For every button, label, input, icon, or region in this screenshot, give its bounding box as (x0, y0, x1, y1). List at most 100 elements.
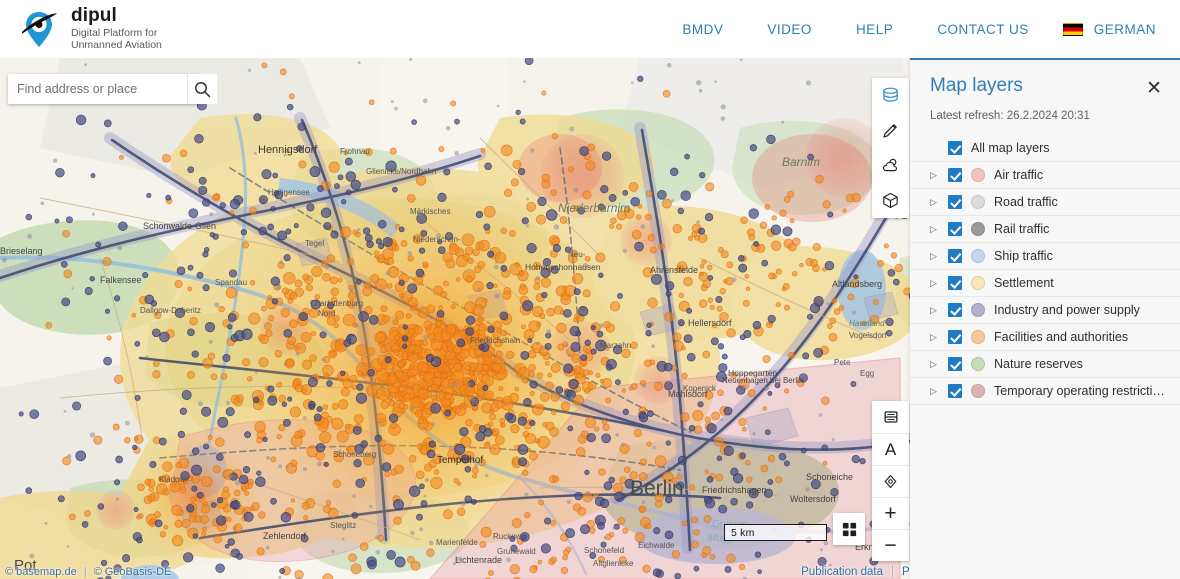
scale-bar-label: 5 km (731, 526, 755, 539)
layer-checkbox-ship-traffic[interactable] (948, 249, 962, 263)
layer-row-air-traffic[interactable]: ▷ Air traffic (910, 162, 1180, 189)
map-label: Grunewald (497, 547, 536, 556)
brand-title: dipul (71, 5, 117, 27)
layer-color-swatch-air-traffic (971, 168, 985, 182)
language-label[interactable]: GERMAN (1092, 16, 1158, 43)
zoom-in-button[interactable]: + (872, 497, 909, 529)
layers-stack-icon[interactable] (872, 78, 909, 113)
map-layers-panel-header: Map layers ✕ (910, 60, 1180, 100)
map-layers-title: Map layers (930, 75, 1023, 96)
layer-row-road-traffic[interactable]: ▷ Road traffic (910, 189, 1180, 216)
layer-expand-icon-rail-traffic[interactable]: ▷ (930, 224, 942, 234)
map-label: Friedrichshagen (702, 485, 767, 495)
map-label: Marienfelde (436, 538, 478, 547)
layer-expand-icon-facilities-and-authorities[interactable]: ▷ (930, 332, 942, 342)
brand-text: dipul Digital Platform for Unmanned Avia… (71, 6, 162, 51)
map-label: Schoneberg (333, 450, 376, 459)
map-label: Havelland (849, 319, 885, 328)
layer-expand-icon-air-traffic[interactable]: ▷ (930, 170, 942, 180)
layer-checkbox-facilities-and-authorities[interactable] (948, 330, 962, 344)
footer-link-publication-data[interactable]: Publication data (801, 566, 883, 578)
search-button[interactable] (187, 74, 217, 104)
layer-color-swatch-settlement (971, 276, 985, 290)
layer-list: All map layers ▷ Air traffic ▷ Road traffic… (910, 135, 1180, 405)
layer-checkbox-industry-and-power-supply[interactable] (948, 303, 962, 317)
layer-checkbox-settlement[interactable] (948, 276, 962, 290)
grid-toggle-button[interactable] (833, 513, 865, 545)
layer-row-temporary-operating-restrictions[interactable]: ▷ Temporary operating restrictions (910, 378, 1180, 405)
layer-row-all-map-layers[interactable]: All map layers (910, 135, 1180, 162)
map-label: Schonefeld (584, 546, 624, 555)
zoom-in-label: + (884, 502, 897, 525)
zoom-out-button[interactable]: − (872, 529, 909, 561)
layer-checkbox-air-traffic[interactable] (948, 168, 962, 182)
layer-expand-icon-ship-traffic[interactable]: ▷ (930, 251, 942, 261)
layer-checkbox-temporary-operating-restrictions[interactable] (948, 384, 962, 398)
map-label: Hellersdorf (688, 318, 732, 328)
layer-label-facilities-and-authorities: Facilities and authorities (994, 330, 1129, 344)
map-label: Glienicke/Nordbahn (366, 167, 436, 176)
nav-item-help[interactable]: HELP (846, 16, 903, 43)
map-label: Hohenschonhausen (525, 262, 601, 272)
cube-3d-icon[interactable] (872, 183, 909, 218)
map-label: Schonwalde-Glien (143, 221, 216, 231)
map-label: Kopenick (683, 384, 717, 393)
map-label: Marzahn (600, 341, 631, 350)
map-label: Ahrensfelde (650, 265, 698, 275)
layer-color-swatch-rail-traffic (971, 222, 985, 236)
nav-item-bmdv[interactable]: BMDV (672, 16, 733, 43)
layer-row-ship-traffic[interactable]: ▷ Ship traffic (910, 243, 1180, 270)
map-label: Nord (318, 309, 335, 318)
attribution-geobasis[interactable]: © GeoBasis-DE (94, 566, 172, 578)
map-label: Hennigsdorf (258, 144, 318, 156)
layer-color-swatch-temporary-operating-restrictions (971, 384, 985, 398)
layer-checkbox-nature-reserves[interactable] (948, 357, 962, 371)
map-label: Steglitz (330, 521, 356, 530)
map-label: Tegel (305, 239, 324, 248)
close-icon[interactable]: ✕ (1142, 77, 1166, 100)
pencil-icon[interactable] (872, 113, 909, 148)
layer-expand-icon-nature-reserves[interactable]: ▷ (930, 359, 942, 369)
nav-item-video[interactable]: VIDEO (757, 16, 822, 43)
layer-color-swatch-nature-reserves (971, 357, 985, 371)
layer-color-swatch-facilities-and-authorities (971, 330, 985, 344)
layer-label-rail-traffic: Rail traffic (994, 222, 1050, 236)
layer-row-industry-and-power-supply[interactable]: ▷ Industry and power supply (910, 297, 1180, 324)
map-label: Frohnau (340, 147, 370, 156)
text-size-icon[interactable]: A (872, 433, 909, 465)
map-label: Falkensee (100, 275, 142, 285)
layer-expand-icon-temporary-operating-restrictions[interactable]: ▷ (930, 386, 942, 396)
map-label: Charlottenburg (310, 299, 363, 308)
legend-icon[interactable] (872, 401, 909, 433)
layer-row-settlement[interactable]: ▷ Settlement (910, 270, 1180, 297)
map-label: Kladow (159, 475, 185, 484)
site-header: dipul Digital Platform for Unmanned Avia… (0, 0, 1180, 58)
map-label: Neu- (568, 250, 586, 259)
brand[interactable]: dipul Digital Platform for Unmanned Avia… (16, 6, 162, 52)
weather-icon[interactable] (872, 148, 909, 183)
attribution-basemap[interactable]: © basemap.de (5, 566, 77, 578)
layer-label-settlement: Settlement (994, 276, 1054, 290)
layer-expand-icon-road-traffic[interactable]: ▷ (930, 197, 942, 207)
layer-checkbox-rail-traffic[interactable] (948, 222, 962, 236)
layer-expand-icon-industry-and-power-supply[interactable]: ▷ (930, 305, 942, 315)
layer-row-facilities-and-authorities[interactable]: ▷ Facilities and authorities (910, 324, 1180, 351)
map-attribution: © basemap.de | © GeoBasis-DE (5, 566, 171, 578)
layer-row-nature-reserves[interactable]: ▷ Nature reserves (910, 351, 1180, 378)
nav-item-contact-us[interactable]: CONTACT US (927, 16, 1039, 43)
search-box[interactable] (8, 74, 217, 104)
search-input[interactable] (8, 74, 187, 104)
language-switcher[interactable]: GERMAN (1062, 16, 1158, 43)
layer-expand-icon-settlement[interactable]: ▷ (930, 278, 942, 288)
layer-checkbox-road-traffic[interactable] (948, 195, 962, 209)
map-label: Niederschon- (413, 235, 461, 244)
layer-checkbox-all-map-layers[interactable] (948, 141, 962, 155)
brand-subtitle-line2: Unmanned Aviation (71, 39, 162, 52)
scale-bar: 5 km (724, 524, 827, 541)
locate-icon[interactable] (872, 465, 909, 497)
layer-label-all-map-layers: All map layers (971, 141, 1050, 155)
layer-row-rail-traffic[interactable]: ▷ Rail traffic (910, 216, 1180, 243)
map-label: Vogelsdorf (849, 331, 888, 340)
text-size-label: A (884, 440, 897, 459)
layer-label-ship-traffic: Ship traffic (994, 249, 1053, 263)
